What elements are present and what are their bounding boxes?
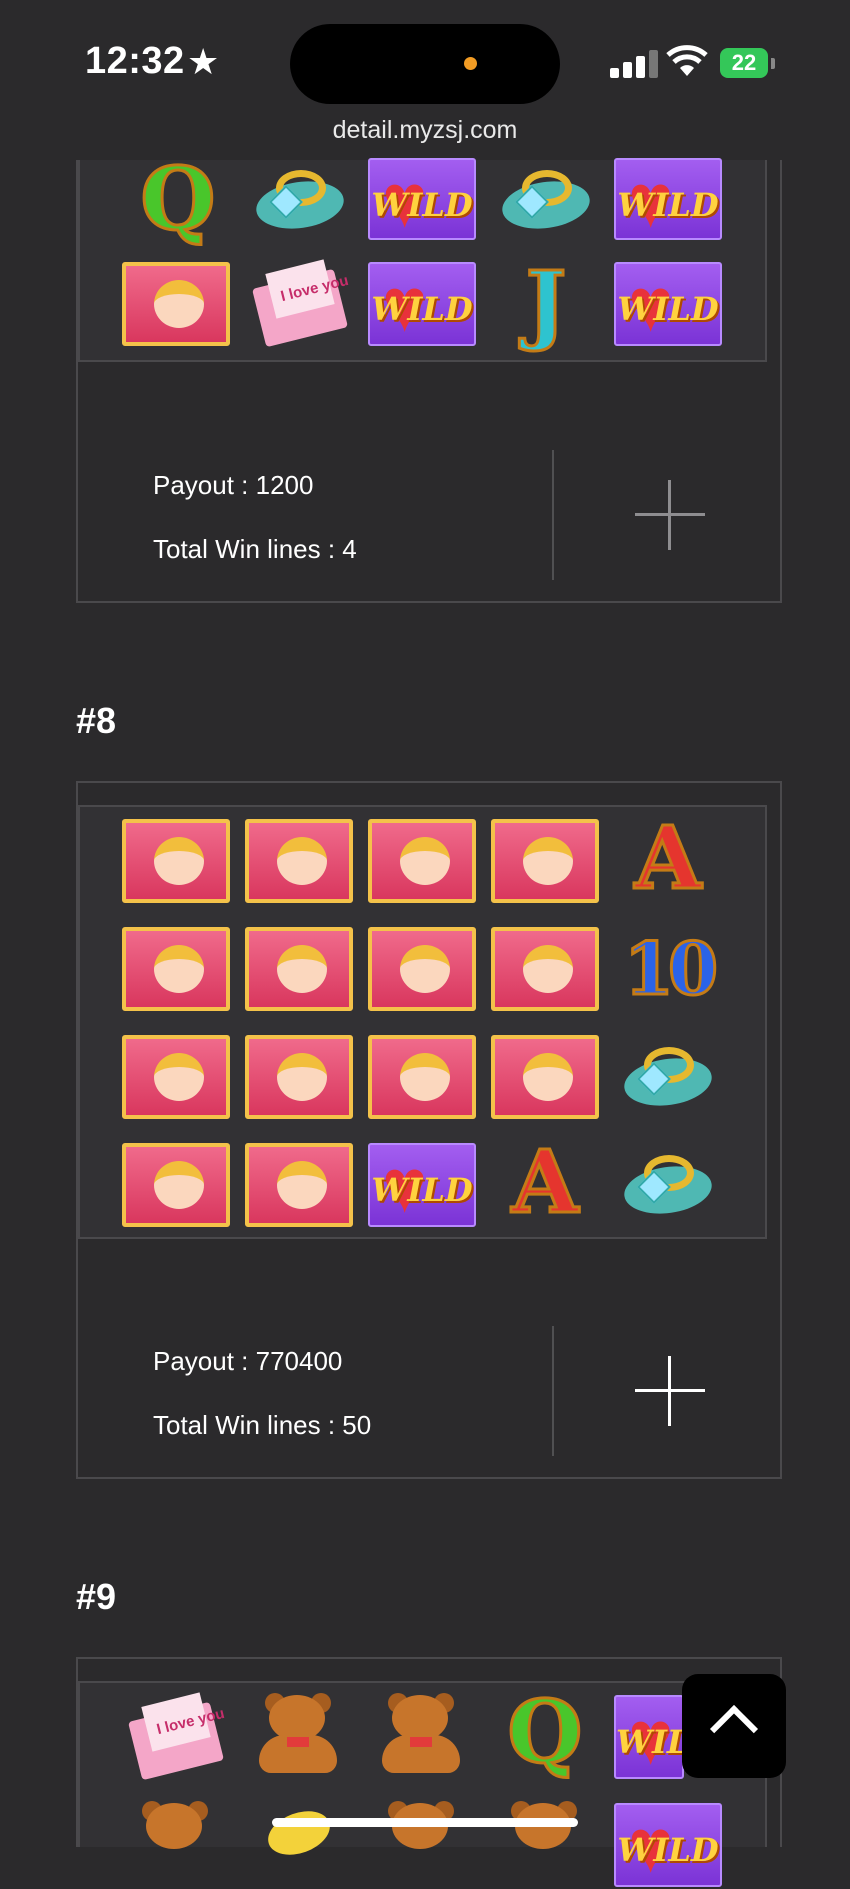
wild-symbol: ♥ WILD — [614, 1803, 722, 1887]
ring-symbol — [246, 156, 354, 240]
wifi-icon — [666, 45, 708, 76]
scroll-to-top-button[interactable] — [682, 1674, 786, 1778]
plus-icon[interactable] — [635, 480, 705, 550]
cupid-symbol — [491, 1035, 599, 1119]
bear-symbol — [122, 1799, 230, 1883]
win-lines-label: Total Win lines : 50 — [153, 1410, 372, 1440]
win-lines-label: Total Win lines : 4 — [153, 534, 357, 564]
home-indicator[interactable] — [272, 1818, 578, 1827]
plus-icon[interactable] — [635, 1356, 705, 1426]
q-symbol: Q — [139, 149, 217, 250]
love-letter-symbol: I love you — [246, 259, 354, 348]
wild-symbol: ♥ WILD — [614, 1695, 718, 1781]
lemon-symbol — [245, 1799, 353, 1883]
cupid-symbol — [245, 1143, 353, 1227]
cupid-symbol — [245, 819, 353, 903]
wild-symbol: ♥ WILD — [614, 262, 722, 346]
clock: 12:32 — [85, 40, 185, 82]
chevron-up-icon — [709, 1704, 759, 1754]
result-number: #9 — [76, 1576, 117, 1617]
ring-symbol — [492, 156, 600, 240]
wild-symbol: ♥ WILD — [614, 158, 722, 240]
cupid-symbol — [122, 1035, 230, 1119]
star-icon: ★ — [187, 41, 220, 82]
ring-symbol — [614, 1033, 722, 1117]
reel-grid: Q ♥ WILD ♥ WILD I love you ♥ WILD J ♥ WILD — [78, 149, 767, 362]
address-bar-url[interactable]: detail.myzsj.com — [0, 116, 850, 145]
j-symbol: J — [524, 253, 568, 354]
dynamic-island — [290, 24, 560, 104]
cupid-symbol — [122, 819, 230, 903]
a-symbol: A — [510, 1132, 580, 1233]
payout-label: Payout : 1200 — [153, 470, 314, 500]
cupid-symbol — [491, 819, 599, 903]
cupid-symbol — [122, 927, 230, 1011]
battery-level: 22 — [731, 50, 757, 75]
cupid-symbol — [491, 927, 599, 1011]
privacy-indicator-icon — [464, 57, 477, 70]
result-number: #8 — [76, 700, 117, 741]
cupid-symbol — [122, 1143, 230, 1227]
divider — [552, 450, 554, 580]
wild-symbol: ♥ WILD — [368, 158, 476, 240]
battery-charging-icon: 22 — [720, 48, 768, 78]
payout-label: Payout : 770400 — [153, 1346, 343, 1376]
cellular-signal-icon — [610, 48, 660, 78]
cupid-symbol — [245, 927, 353, 1011]
ten-symbol: 10 — [622, 925, 719, 1012]
bear-symbol — [368, 1691, 476, 1775]
status-bar: 12:32 ★ 22 detail.myzsj.com — [0, 0, 850, 160]
cupid-symbol — [368, 927, 476, 1011]
cupid-symbol — [122, 262, 230, 346]
cupid-symbol — [368, 819, 476, 903]
wild-symbol: ♥ WILD — [368, 262, 476, 346]
bear-symbol — [245, 1691, 353, 1775]
reel-grid: A 10 ♥ WILD A — [78, 805, 767, 1239]
q-symbol: Q — [506, 1682, 584, 1783]
a-symbol: A — [633, 808, 703, 909]
divider — [552, 1326, 554, 1456]
battery-cap — [771, 58, 775, 69]
cupid-symbol — [368, 1035, 476, 1119]
bear-symbol — [491, 1799, 599, 1883]
cupid-symbol — [245, 1035, 353, 1119]
love-letter-symbol: I love you — [122, 1692, 230, 1781]
ring-symbol — [614, 1141, 722, 1225]
bear-symbol — [368, 1799, 476, 1883]
wild-symbol: ♥ WILD — [368, 1143, 476, 1227]
